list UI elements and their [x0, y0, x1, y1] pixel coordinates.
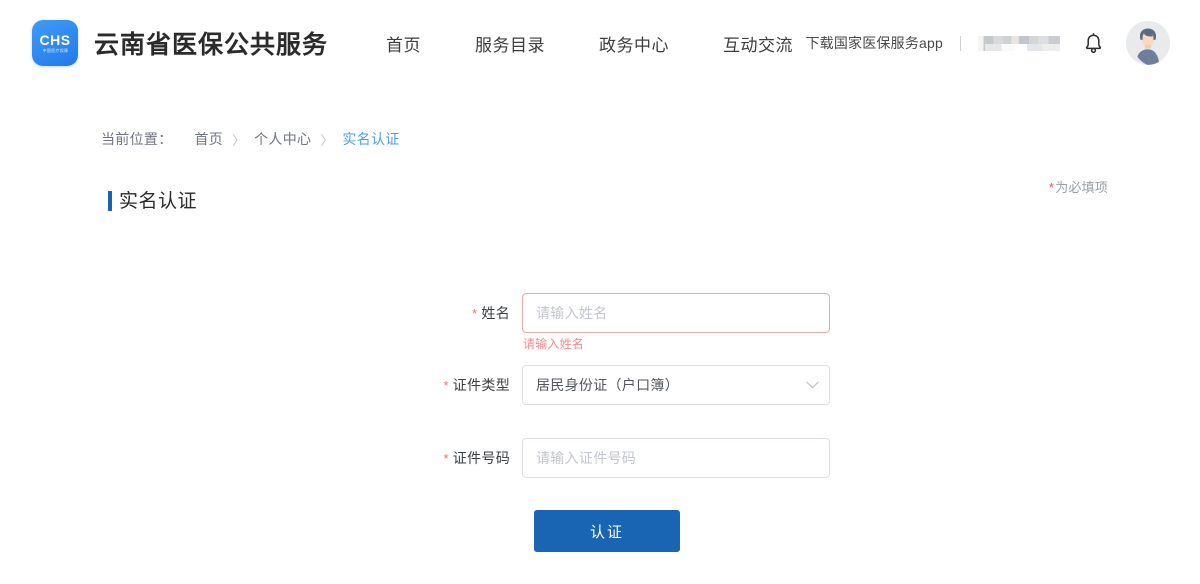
name-error-message: 请输入姓名 [523, 335, 584, 352]
label-name: * 姓名 [424, 293, 522, 334]
label-id-type-text: 证件类型 [453, 377, 510, 393]
realname-auth-form: * 姓名 请输入姓名 * 证件类型 居民身份证（户口簿） [0, 293, 1200, 480]
nav-item-affairs[interactable]: 政务中心 [599, 31, 669, 56]
nav-item-interact[interactable]: 互动交流 [723, 31, 793, 56]
logo-sub-text: 中国医疗保障 [42, 49, 68, 53]
brand[interactable]: CHS 中国医疗保障 云南省医保公共服务 [32, 20, 328, 66]
field-id-number [522, 438, 830, 478]
breadcrumb-item-current: 实名认证 [342, 129, 399, 149]
chs-logo-icon: CHS 中国医疗保障 [32, 20, 78, 66]
submit-row: 认证 [0, 510, 1200, 552]
label-id-number-text: 证件号码 [453, 450, 510, 466]
page-title: 实名认证 [108, 190, 197, 214]
label-id-number: * 证件号码 [424, 438, 522, 479]
breadcrumb-separator-icon: 〉 [232, 130, 245, 149]
field-id-type: 居民身份证（户口簿） [522, 365, 830, 405]
required-asterisk: * [443, 378, 448, 393]
site-header: CHS 中国医疗保障 云南省医保公共服务 首页 服务目录 政务中心 互动交流 下… [0, 0, 1200, 86]
breadcrumb-item-personal-center[interactable]: 个人中心 [254, 129, 311, 149]
id-type-selected-value: 居民身份证（户口簿） [536, 375, 679, 395]
bell-icon[interactable] [1082, 31, 1104, 55]
required-asterisk: * [472, 306, 477, 321]
form-row-id-type: * 证件类型 居民身份证（户口簿） [424, 365, 1200, 407]
authenticate-button[interactable]: 认证 [534, 510, 680, 552]
required-fields-note: *为必填项 [1049, 177, 1108, 196]
required-asterisk: * [443, 451, 448, 466]
required-note-text: 为必填项 [1055, 180, 1108, 195]
label-id-type: * 证件类型 [424, 365, 522, 406]
breadcrumb-separator-icon: 〉 [320, 130, 333, 149]
breadcrumb-item-home[interactable]: 首页 [195, 129, 224, 149]
breadcrumb-label: 当前位置： [101, 129, 173, 149]
logo-mark-text: CHS [39, 33, 70, 47]
nav-item-services[interactable]: 服务目录 [475, 31, 545, 56]
title-row: 实名认证 *为必填项 [0, 177, 1200, 226]
user-avatar[interactable] [1126, 21, 1170, 65]
username-redacted[interactable] [978, 36, 1060, 51]
breadcrumb: 当前位置： 首页 〉 个人中心 〉 实名认证 [0, 129, 1200, 149]
page-body: 当前位置： 首页 〉 个人中心 〉 实名认证 实名认证 *为必填项 *姓名 请输… [0, 86, 1200, 584]
label-name-text: 姓名 [481, 305, 510, 321]
name-input[interactable] [522, 293, 830, 333]
form-row-id-number: * 证件号码 [424, 438, 1200, 480]
id-number-input[interactable] [522, 438, 830, 478]
main-nav: 首页 服务目录 政务中心 互动交流 [386, 31, 793, 56]
form-row-name: * 姓名 请输入姓名 [424, 293, 1200, 335]
id-type-select[interactable]: 居民身份证（户口簿） [522, 365, 830, 405]
nav-item-home[interactable]: 首页 [386, 31, 421, 56]
field-name: 请输入姓名 [522, 293, 830, 333]
required-note-asterisk: * [1049, 180, 1054, 195]
header-divider [960, 36, 961, 51]
download-app-link[interactable]: 下载国家医保服务app [805, 33, 943, 53]
header-right: 下载国家医保服务app [805, 21, 1170, 65]
brand-title: 云南省医保公共服务 [94, 25, 328, 61]
